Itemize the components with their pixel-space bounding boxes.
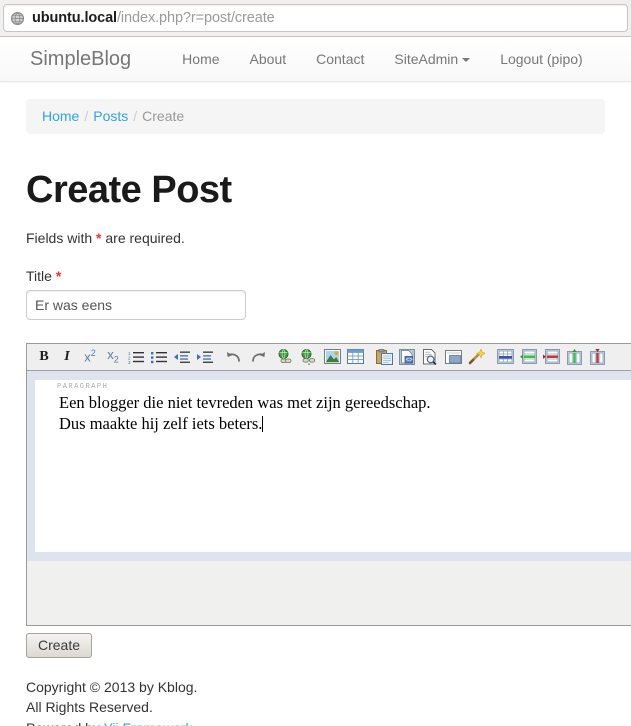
- table-icon[interactable]: [344, 346, 366, 367]
- url-host: ubuntu.local: [32, 10, 117, 26]
- numbered-list-icon[interactable]: 1 2 3: [125, 346, 147, 367]
- browser-toolbar: ubuntu.local/index.php?r=post/create: [0, 0, 631, 37]
- link-icon[interactable]: [275, 346, 297, 367]
- maximize-icon[interactable]: [442, 346, 464, 367]
- nav-item-siteadmin[interactable]: SiteAdmin: [379, 52, 485, 66]
- page-container: Home / Posts / Create Create Post Fields wit…: [0, 99, 631, 726]
- title-field-label: Title *: [26, 268, 605, 284]
- insert-column-icon[interactable]: [563, 346, 585, 367]
- bulleted-list-icon[interactable]: [148, 346, 170, 367]
- subscript-icon[interactable]: x2: [102, 346, 124, 367]
- svg-text:3: 3: [128, 360, 131, 364]
- breadcrumb-separator: /: [84, 108, 89, 124]
- nav-item-siteadmin-label: SiteAdmin: [394, 51, 459, 67]
- superscript-icon[interactable]: x2: [79, 346, 101, 367]
- title-input[interactable]: [26, 289, 246, 320]
- url-text: ubuntu.local/index.php?r=post/create: [32, 10, 275, 26]
- bold-icon[interactable]: B: [33, 346, 55, 367]
- hint-text-before: Fields with: [26, 229, 97, 246]
- page-title: Create Post: [26, 168, 232, 211]
- chevron-down-icon: [462, 58, 471, 63]
- footer-rights: All Rights Reserved.: [26, 699, 153, 716]
- footer-powered-prefix: Powered by: [26, 720, 104, 726]
- footer-powered-by: Powered by Yii Framework.: [26, 718, 605, 726]
- breadcrumb-item-posts[interactable]: Posts: [93, 108, 128, 124]
- paste-icon[interactable]: [373, 346, 395, 367]
- create-button[interactable]: Create: [26, 632, 93, 658]
- text-caret: [262, 416, 264, 433]
- editor-footer-bar: [27, 560, 631, 625]
- unlink-icon[interactable]: [298, 346, 320, 367]
- nav-item-home[interactable]: Home: [167, 52, 234, 66]
- editor-line-1: Een blogger die niet tevreden was met zi…: [59, 392, 431, 412]
- address-bar[interactable]: ubuntu.local/index.php?r=post/create: [3, 4, 628, 32]
- footer-powered-suffix: .: [193, 720, 197, 726]
- title-required-asterisk: *: [55, 267, 62, 284]
- rich-text-editor: B I x2 x2 1 2 3 <> PARAGRAPH Een blogger…: [26, 342, 631, 626]
- editor-toolbar: B I x2 x2 1 2 3 <>: [27, 343, 631, 371]
- delete-row-icon[interactable]: [540, 346, 562, 367]
- url-path: /index.php?r=post/create: [117, 10, 275, 26]
- editor-content-area[interactable]: PARAGRAPH Een blogger die niet tevreden …: [35, 379, 631, 552]
- magic-wand-icon[interactable]: [465, 346, 487, 367]
- paragraph-tag-label: PARAGRAPH: [57, 382, 109, 391]
- site-footer: Copyright © 2013 by Kblog. All Rights Re…: [26, 677, 605, 726]
- editor-line-2-text: Dus maakte hij zelf iets beters.: [59, 414, 263, 434]
- insert-row-icon[interactable]: [517, 346, 539, 367]
- title-label-text: Title: [26, 267, 56, 284]
- breadcrumb: Home / Posts / Create: [26, 99, 605, 134]
- image-icon[interactable]: [321, 346, 343, 367]
- required-fields-hint: Fields with * are required.: [26, 230, 605, 246]
- brand-simpleblog[interactable]: SimpleBlog: [30, 49, 131, 69]
- decrease-indent-icon[interactable]: [171, 346, 193, 367]
- increase-indent-icon[interactable]: [194, 346, 216, 367]
- paste-from-word-icon[interactable]: <>: [396, 346, 418, 367]
- nav-item-contact[interactable]: Contact: [301, 52, 379, 66]
- breadcrumb-item-create: Create: [142, 108, 185, 124]
- editor-body: PARAGRAPH Een blogger die niet tevreden …: [27, 370, 631, 561]
- hint-text-after: are required.: [101, 229, 185, 246]
- redo-icon[interactable]: [246, 346, 268, 367]
- preview-icon[interactable]: [419, 346, 441, 367]
- yii-framework-link[interactable]: Yii Framework: [104, 720, 193, 726]
- breadcrumb-separator: /: [133, 108, 138, 124]
- breadcrumb-item-home[interactable]: Home: [42, 108, 79, 124]
- insert-table-icon[interactable]: [494, 346, 516, 367]
- svg-text:<>: <>: [406, 357, 414, 363]
- undo-icon[interactable]: [223, 346, 245, 367]
- nav-links: Home About Contact SiteAdmin Logout (pip…: [167, 52, 598, 66]
- delete-column-icon[interactable]: [586, 346, 608, 367]
- italic-icon[interactable]: I: [56, 346, 78, 367]
- nav-item-logout[interactable]: Logout (pipo): [485, 52, 598, 66]
- footer-copyright: Copyright © 2013 by Kblog.: [26, 678, 198, 695]
- globe-icon: [10, 11, 25, 25]
- main-navbar: SimpleBlog Home About Contact SiteAdmin …: [0, 37, 631, 82]
- editor-line-2: Dus maakte hij zelf iets beters.: [35, 413, 631, 435]
- nav-item-about[interactable]: About: [235, 52, 302, 66]
